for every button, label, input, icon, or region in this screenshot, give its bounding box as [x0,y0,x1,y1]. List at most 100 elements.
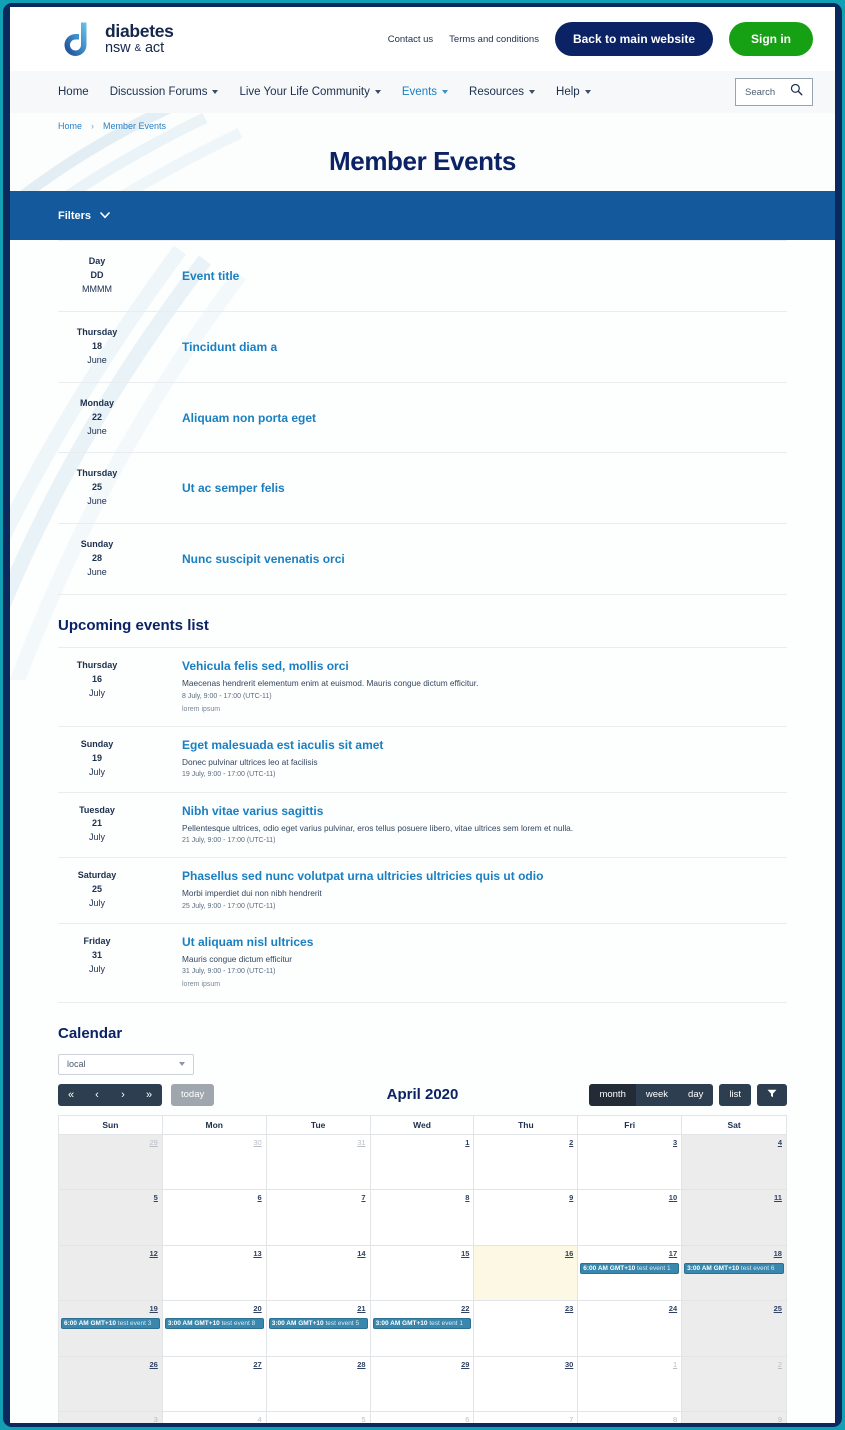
calendar-day-number[interactable]: 1 [375,1138,469,1147]
calendar-day-number[interactable]: 23 [478,1304,573,1313]
table-row[interactable]: Monday 22 June Aliquam non porta eget [58,382,787,453]
calendar-filter-button[interactable] [757,1083,787,1106]
calendar-day-number[interactable]: 6 [167,1193,262,1202]
calendar-prev-year-button[interactable]: « [58,1083,84,1106]
list-item[interactable]: Sunday 19 July Eget malesuada est iaculi… [58,726,787,792]
calendar-view-week-button[interactable]: week [635,1083,679,1106]
calendar-day-number[interactable]: 30 [478,1360,573,1369]
calendar-day-number[interactable]: 5 [63,1193,158,1202]
calendar-day-number[interactable]: 18 [686,1249,782,1258]
calendar-view-day-button[interactable]: day [678,1083,714,1106]
calendar-day-cell[interactable]: 15 [370,1245,475,1301]
calendar-day-number[interactable]: 2 [478,1138,573,1147]
table-row[interactable]: Thursday 25 June Ut ac semper felis [58,453,787,524]
calendar-day-number[interactable]: 7 [271,1193,365,1202]
calendar-day-cell[interactable]: 29 [370,1356,475,1412]
nav-item-resources[interactable]: Resources [469,86,536,98]
table-row[interactable]: Sunday 28 June Nunc suscipit venenatis o… [58,524,787,595]
calendar-day-number[interactable]: 6 [375,1415,469,1423]
calendar-day-number[interactable]: 4 [167,1415,262,1423]
header-link-contact-us[interactable]: Contact us [388,34,433,45]
nav-item-help[interactable]: Help [556,86,591,98]
list-item[interactable]: Friday 31 July Ut aliquam nisl ultrices … [58,923,787,1003]
calendar-day-cell[interactable]: 24 [578,1301,683,1356]
list-item[interactable]: Saturday 25 July Phasellus sed nunc volu… [58,858,787,924]
calendar-day-number[interactable]: 12 [63,1249,158,1258]
calendar-day-number[interactable]: 4 [686,1138,782,1147]
calendar-day-cell[interactable]: 9 [474,1190,579,1245]
calendar-day-number[interactable]: 20 [167,1304,261,1313]
calendar-day-cell[interactable]: 5 [59,1190,163,1245]
event-title-link[interactable]: Aliquam non porta eget [182,411,316,425]
calendar-day-cell[interactable]: 29 [59,1134,163,1190]
calendar-day-cell[interactable]: 4 [682,1134,786,1190]
calendar-day-cell[interactable]: 7 [474,1412,579,1423]
calendar-day-number[interactable]: 5 [271,1415,365,1423]
calendar-day-number[interactable]: 9 [478,1193,573,1202]
calendar-day-number[interactable]: 7 [478,1415,573,1423]
calendar-day-number[interactable]: 30 [167,1138,261,1147]
calendar-day-number[interactable]: 13 [167,1249,261,1258]
calendar-day-cell[interactable]: 7 [266,1190,371,1245]
calendar-day-number[interactable]: 16 [478,1249,573,1258]
calendar-day-cell[interactable]: 30 [474,1356,579,1412]
calendar-day-cell[interactable]: 9 [682,1412,786,1423]
calendar-list-button[interactable]: list [719,1083,751,1106]
calendar-day-cell[interactable]: 1 [578,1356,683,1412]
calendar-day-cell[interactable]: 17 6:00 AM GMT+10 test event 1 [578,1245,683,1301]
calendar-day-number[interactable]: 28 [271,1360,365,1369]
event-title-link[interactable]: Event title [182,269,239,283]
calendar-day-number[interactable]: 29 [63,1138,158,1147]
calendar-day-cell[interactable]: 18 3:00 AM GMT+10 test event 6 [682,1245,786,1301]
search-box[interactable] [735,78,813,106]
back-to-main-website-button[interactable]: Back to main website [554,22,713,56]
calendar-day-number[interactable]: 8 [375,1193,469,1202]
upcoming-title-link[interactable]: Nibh vitae varius sagittis [182,804,787,818]
site-logo[interactable]: diabetes nsw & act [58,20,174,58]
calendar-day-cell[interactable]: 2 [474,1134,579,1190]
calendar-day-cell[interactable]: 8 [578,1412,683,1423]
calendar-day-number[interactable]: 14 [271,1249,365,1258]
calendar-day-cell[interactable]: 21 3:00 AM GMT+10 test event 5 [266,1301,371,1356]
calendar-view-month-button[interactable]: month [589,1083,636,1106]
filters-toggle[interactable]: Filters [58,210,110,222]
calendar-day-number[interactable]: 9 [686,1415,782,1423]
calendar-day-cell[interactable]: 8 [370,1190,475,1245]
calendar-day-number[interactable]: 11 [686,1193,782,1202]
event-title-link[interactable]: Tincidunt diam a [182,340,277,354]
calendar-day-cell[interactable]: 6 [162,1190,267,1245]
calendar-day-cell[interactable]: 27 [162,1356,267,1412]
calendar-event-chip[interactable]: 6:00 AM GMT+10 test event 3 [61,1318,160,1330]
timezone-select[interactable]: local [58,1053,194,1075]
event-title-link[interactable]: Nunc suscipit venenatis orci [182,552,345,566]
calendar-day-cell[interactable]: 14 [266,1245,371,1301]
calendar-event-chip[interactable]: 3:00 AM GMT+10 test event 5 [268,1318,368,1330]
calendar-day-cell[interactable]: 4 [162,1412,267,1423]
calendar-day-cell[interactable]: 11 [682,1190,786,1245]
calendar-event-chip[interactable]: 3:00 AM GMT+10 test event 1 [372,1318,472,1330]
calendar-day-cell[interactable]: 23 [474,1301,579,1356]
calendar-day-cell[interactable]: 3 [59,1412,163,1423]
nav-item-discussion-forums[interactable]: Discussion Forums [110,86,219,98]
calendar-day-cell[interactable]: 1 [370,1134,475,1190]
breadcrumb-link-home[interactable]: Home [58,121,82,131]
list-item[interactable]: Thursday 16 July Vehicula felis sed, mol… [58,647,787,727]
calendar-day-number[interactable]: 1 [582,1360,677,1369]
list-item[interactable]: Tuesday 21 July Nibh vitae varius sagitt… [58,792,787,858]
calendar-day-number[interactable]: 29 [375,1360,469,1369]
calendar-day-cell[interactable]: 10 [578,1190,683,1245]
calendar-day-number[interactable]: 21 [271,1304,365,1313]
calendar-day-number[interactable]: 15 [375,1249,469,1258]
sign-in-button[interactable]: Sign in [729,22,813,56]
search-input[interactable] [745,86,784,98]
calendar-day-number[interactable]: 3 [63,1415,158,1423]
table-row[interactable]: Thursday 18 June Tincidunt diam a [58,311,787,383]
search-icon[interactable] [790,83,803,101]
calendar-day-cell[interactable]: 20 3:00 AM GMT+10 test event 8 [162,1301,267,1356]
calendar-day-cell[interactable]: 28 [266,1356,371,1412]
calendar-day-cell[interactable]: 31 [266,1134,371,1190]
calendar-prev-button[interactable]: ‹ [84,1083,110,1106]
calendar-day-cell[interactable]: 13 [162,1245,267,1301]
upcoming-title-link[interactable]: Vehicula felis sed, mollis orci [182,659,787,673]
upcoming-title-link[interactable]: Ut aliquam nisl ultrices [182,935,787,949]
